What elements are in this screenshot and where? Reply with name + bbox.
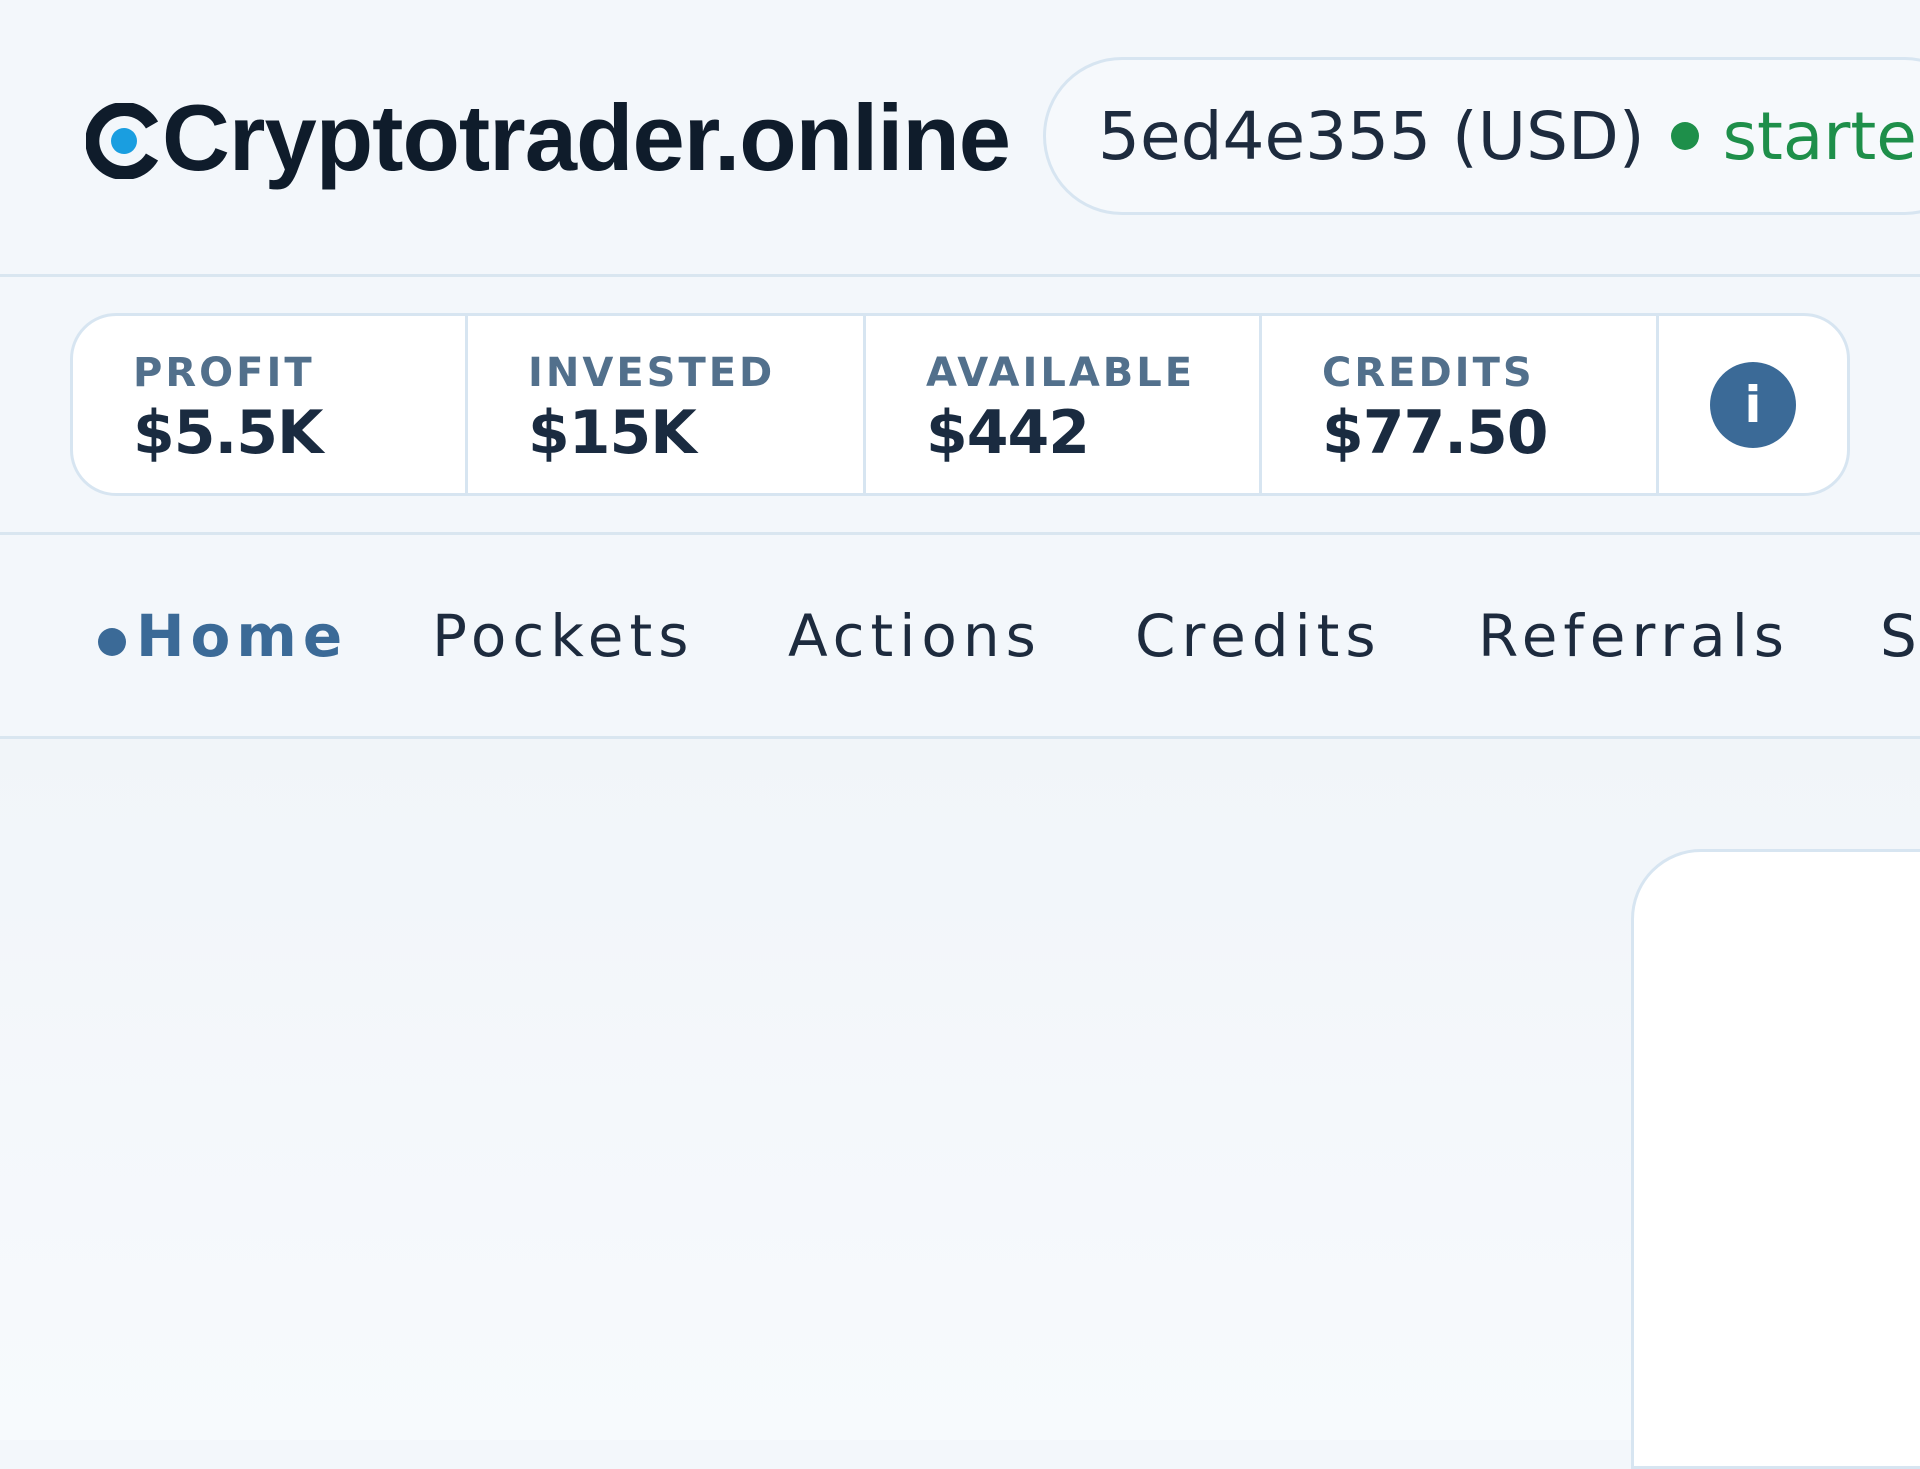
stat-label: PROFIT [133, 350, 315, 396]
status-dot-icon [1670, 122, 1699, 150]
session-status: started [1722, 97, 1920, 175]
logo-text: Cryptotrader.online [162, 85, 1011, 190]
stat-available: AVAILABLE $442 [866, 316, 1262, 493]
stat-value: $77.50 [1322, 398, 1549, 468]
stat-info-cell: i [1659, 316, 1847, 493]
stat-label: CREDITS [1322, 350, 1535, 396]
logo-c-icon [86, 103, 162, 179]
stats-bar: PROFIT $5.5K INVESTED $15K AVAILABLE $44… [70, 313, 1850, 496]
nav-item-s[interactable]: S [1880, 596, 1920, 676]
nav-item-home[interactable]: Home [136, 596, 348, 676]
info-icon[interactable]: i [1710, 361, 1796, 448]
stat-label: INVESTED [528, 350, 776, 396]
app-logo[interactable]: Cryptotrader.online [86, 85, 1011, 190]
session-id: 5ed4e355 (USD) [1098, 97, 1645, 175]
stat-label: AVAILABLE [926, 350, 1196, 396]
stat-profit: PROFIT $5.5K [73, 316, 468, 493]
nav-item-pockets[interactable]: Pockets [432, 596, 694, 676]
stat-value: $5.5K [133, 398, 324, 468]
nav-item-referrals[interactable]: Referrals [1478, 596, 1790, 676]
main-nav: Home Pockets Actions Credits Referrals S [0, 536, 1920, 736]
top-header: Cryptotrader.online 5ed4e355 (USD) start… [0, 0, 1920, 276]
stat-credits: CREDITS $77.50 [1262, 316, 1659, 493]
nav-item-actions[interactable]: Actions [788, 596, 1042, 676]
stat-invested: INVESTED $15K [468, 316, 866, 493]
nav-item-credits[interactable]: Credits [1135, 596, 1382, 676]
side-panel [1631, 849, 1920, 1469]
header-divider [0, 274, 1920, 277]
stat-value: $442 [926, 398, 1090, 468]
stat-value: $15K [528, 398, 697, 468]
session-selector[interactable]: 5ed4e355 (USD) started [1043, 57, 1920, 215]
stats-divider [0, 532, 1920, 535]
